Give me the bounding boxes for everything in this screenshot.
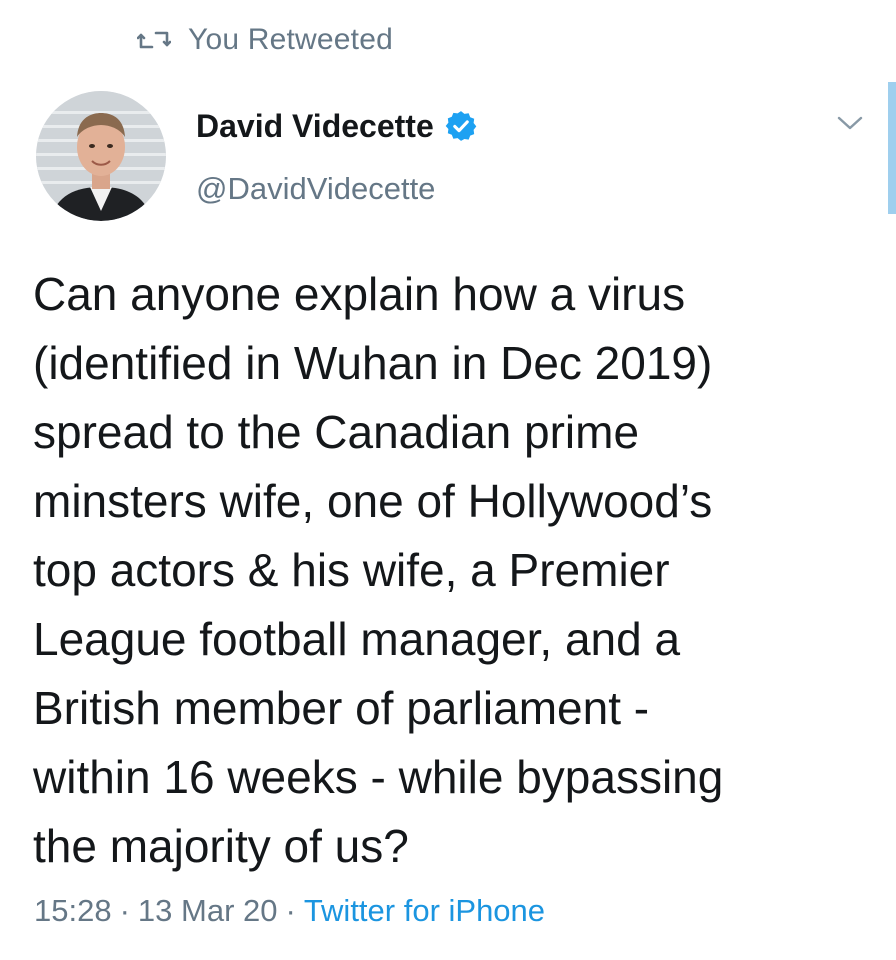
author-name-row[interactable]: David Videcette <box>196 104 478 148</box>
retweet-icon <box>134 20 174 60</box>
meta-separator: · <box>285 893 296 928</box>
tweet-source-link[interactable]: Twitter for iPhone <box>304 893 545 928</box>
tweet-time: 15:28 <box>34 893 112 928</box>
author-display-name[interactable]: David Videcette <box>196 104 434 148</box>
verified-badge-icon <box>444 109 478 143</box>
tweet-date: 13 Mar 20 <box>137 893 278 928</box>
retweet-indicator: You Retweeted <box>134 20 393 60</box>
scroll-indicator <box>888 82 896 214</box>
tweet-meta: 15:28 · 13 Mar 20 · Twitter for iPhone <box>34 889 545 933</box>
meta-separator: · <box>119 893 130 928</box>
avatar[interactable] <box>36 91 166 221</box>
tweet-text: Can anyone explain how a virus (identifi… <box>33 268 724 872</box>
retweet-label: You Retweeted <box>188 23 393 56</box>
author-handle[interactable]: @DavidVidecette <box>196 168 435 210</box>
chevron-down-icon[interactable] <box>832 108 868 138</box>
